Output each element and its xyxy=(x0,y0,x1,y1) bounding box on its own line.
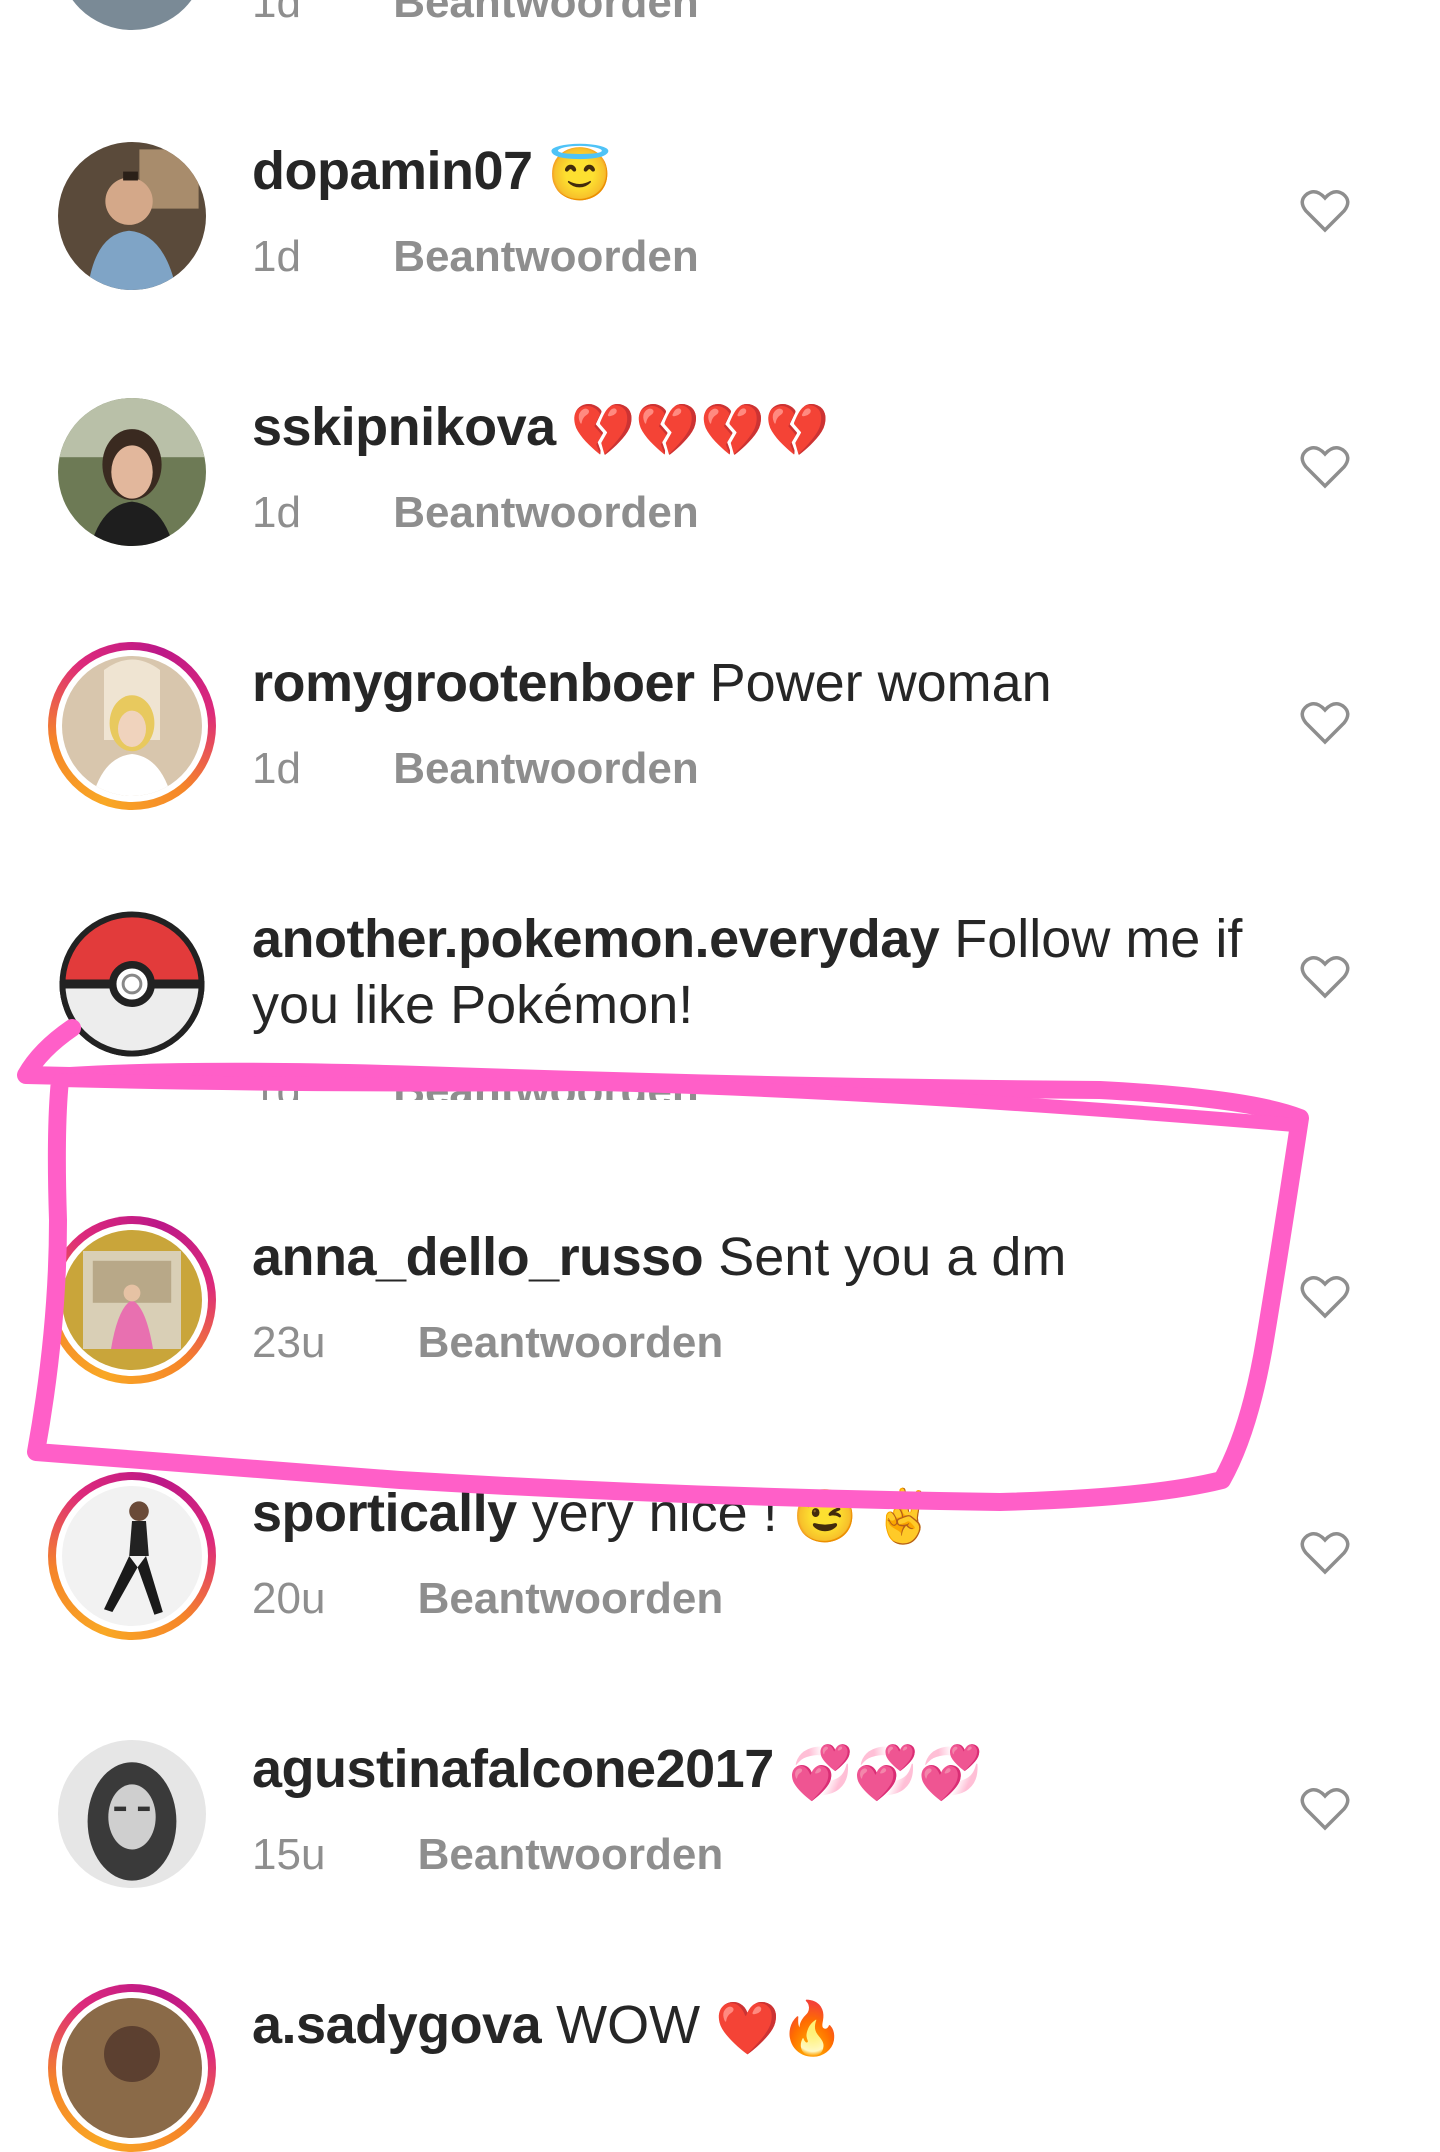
overlap-mask xyxy=(220,1100,920,1130)
comment-text: WOW xyxy=(556,1995,701,2055)
avatar[interactable] xyxy=(48,642,216,810)
comment-text: Power woman xyxy=(709,653,1052,713)
comment-emoji: 💞💞💞 xyxy=(788,1743,983,1802)
comment-time: 23u xyxy=(252,1318,326,1367)
heart-icon[interactable] xyxy=(1300,954,1350,1000)
reply-link[interactable]: Beantwoorden xyxy=(393,232,699,282)
comment-emoji: ❤️🔥 xyxy=(715,1999,845,2058)
avatar[interactable] xyxy=(58,0,206,30)
heart-icon[interactable] xyxy=(1300,700,1350,746)
comment-username[interactable]: a.sadygova xyxy=(252,1995,542,2055)
comment-time: 1d xyxy=(252,488,301,537)
comment-username[interactable]: sportically xyxy=(252,1483,517,1543)
comment-text: yery nice ! xyxy=(531,1483,778,1543)
comment-username[interactable]: romygrootenboer xyxy=(252,653,695,713)
reply-link[interactable]: Beantwoorden xyxy=(393,488,699,538)
heart-icon[interactable] xyxy=(1300,444,1350,490)
comment-username[interactable]: anna_dello_russo xyxy=(252,1227,704,1287)
heart-icon[interactable] xyxy=(1300,1530,1350,1576)
comment-emoji: 😉 ✌️ xyxy=(792,1487,937,1546)
comment-time: 1d xyxy=(252,744,301,793)
avatar[interactable] xyxy=(58,398,206,546)
reply-link[interactable]: Beantwoorden xyxy=(418,1574,724,1624)
comment-time: 1d xyxy=(252,0,301,27)
reply-link[interactable]: Beantwoorden xyxy=(393,0,699,28)
avatar[interactable] xyxy=(58,142,206,290)
avatar[interactable] xyxy=(58,910,206,1058)
heart-icon[interactable] xyxy=(1300,188,1350,234)
comment-username[interactable]: dopamin07 xyxy=(252,141,533,201)
comment-username[interactable]: agustinafalcone2017 xyxy=(252,1739,774,1799)
heart-icon[interactable] xyxy=(1300,1274,1350,1320)
reply-link[interactable]: Beantwoorden xyxy=(393,744,699,794)
avatar[interactable] xyxy=(48,1216,216,1384)
comment-username[interactable]: sskipnikova xyxy=(252,397,556,457)
comment-emoji: 💔💔💔💔 xyxy=(570,401,830,460)
comment-emoji: 😇 xyxy=(547,145,613,204)
reply-link[interactable]: Beantwoorden xyxy=(418,1318,724,1368)
avatar[interactable] xyxy=(58,1740,206,1888)
comment-time: 1d xyxy=(252,232,301,281)
comment-time: 20u xyxy=(252,1574,326,1623)
comment-time: 15u xyxy=(252,1830,326,1879)
comment-username[interactable]: another.pokemon.everyday xyxy=(252,909,940,969)
comment-text: Sent you a dm xyxy=(718,1227,1067,1287)
reply-link[interactable]: Beantwoorden xyxy=(418,1830,724,1880)
pokeball-icon xyxy=(59,911,205,1057)
avatar[interactable] xyxy=(48,1472,216,1640)
avatar[interactable] xyxy=(48,1984,216,2152)
heart-icon[interactable] xyxy=(1300,1786,1350,1832)
